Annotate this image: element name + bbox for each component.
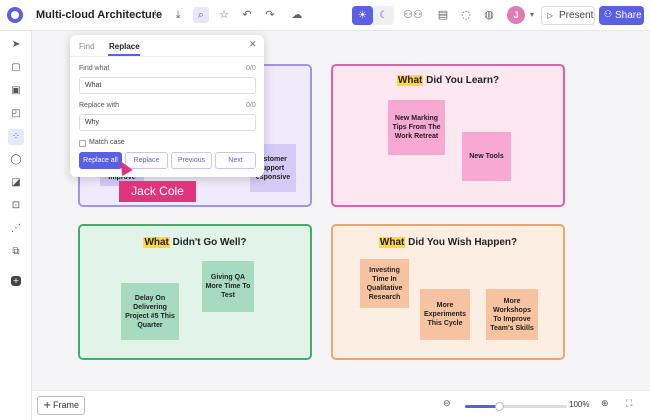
chat-icon[interactable]: ◍	[481, 7, 497, 23]
collaborators-icon[interactable]: ⚇⚇	[402, 7, 424, 23]
frame-what-did-you-wish-happen[interactable]: What Did You Wish Happen? Investing Time…	[331, 224, 565, 360]
replace-count: 0/0	[246, 102, 256, 109]
sticky-note[interactable]: New Tools	[462, 132, 511, 181]
zoom-in-icon[interactable]: ⊕	[601, 399, 609, 409]
app-logo[interactable]	[7, 7, 23, 23]
add-frame-button[interactable]: + Frame	[37, 396, 85, 415]
sticky-note[interactable]: Giving QA More Time To Test	[202, 261, 254, 312]
tab-replace[interactable]: Replace	[109, 42, 140, 51]
tab-find[interactable]: Find	[79, 42, 95, 51]
frame-what-did-you-learn[interactable]: What Did You Learn? New Marking Tips Fro…	[331, 64, 565, 207]
connector-icon[interactable]: ⋰	[8, 221, 24, 237]
zoom-out-icon[interactable]: ⊖	[443, 399, 451, 409]
match-case-label: Match case	[89, 139, 125, 146]
document-title[interactable]: Multi-cloud Architecture	[36, 9, 162, 21]
replace-all-button[interactable]: Replace all	[79, 152, 122, 169]
integrations-icon[interactable]: ⧉	[8, 244, 24, 260]
match-case-checkbox[interactable]	[79, 140, 86, 147]
download-icon[interactable]: ⤓	[170, 7, 186, 23]
sticky-note-icon[interactable]: ◪	[8, 175, 24, 191]
replace-label: Replace with	[79, 102, 120, 109]
sticky-note[interactable]: Delay On Delivering Project #5 This Quar…	[121, 283, 179, 340]
undo-icon[interactable]: ↶	[239, 7, 255, 23]
redo-icon[interactable]: ↷	[262, 7, 278, 23]
fit-screen-icon[interactable]: ⛶	[626, 399, 632, 409]
comment-icon[interactable]: ◌	[458, 7, 474, 23]
moon-icon[interactable]: ☾	[373, 6, 394, 25]
share-button[interactable]: ⚇ Share	[599, 6, 644, 25]
zoom-slider-handle[interactable]	[494, 402, 504, 411]
comment-icon[interactable]: ◯	[8, 152, 24, 168]
present-button[interactable]: ▷ Present	[541, 6, 595, 25]
more-icon[interactable]: +	[11, 276, 21, 286]
frame-icon[interactable]: ⊡	[8, 198, 24, 214]
cursor-icon[interactable]: ➤	[8, 37, 24, 53]
cloud-icon[interactable]: ☁	[289, 7, 305, 23]
sticky-note[interactable]: More Experiments This Cycle	[420, 289, 470, 340]
sticky-note[interactable]: Investing Time In Qualitative Research	[360, 259, 409, 308]
bottom-bar: + Frame ⊖ 100% ⊕ ⛶	[32, 390, 650, 420]
zoom-slider-fill	[465, 405, 499, 408]
template-icon[interactable]: ▣	[8, 83, 24, 99]
avatar[interactable]: J	[507, 6, 525, 24]
plus-icon: +	[43, 400, 52, 411]
frame-title: What Did You Wish Happen?	[378, 237, 518, 248]
theme-toggle[interactable]: ☀ ☾	[352, 6, 394, 25]
sun-icon[interactable]: ☀	[352, 6, 373, 25]
replace-input[interactable]: Why	[79, 114, 256, 131]
tab-divider	[70, 56, 264, 57]
sticky-note[interactable]: More Workshops To Improve Team's Skills	[486, 289, 538, 340]
more-options-icon[interactable]: ⋮	[147, 7, 163, 23]
apps-icon[interactable]: ⁘	[8, 129, 24, 145]
close-icon[interactable]: ✕	[249, 40, 257, 50]
zoom-level: 100%	[569, 400, 590, 409]
zoom-slider[interactable]	[465, 402, 567, 411]
people-icon: ⚇	[604, 10, 613, 20]
chevron-down-icon[interactable]: ▾	[524, 7, 540, 23]
shape-icon[interactable]: ◰	[8, 106, 24, 122]
frame-title: What Did You Learn?	[396, 75, 500, 86]
find-label: Find what	[79, 65, 110, 72]
frame-title: What Didn't Go Well?	[143, 237, 247, 248]
find-input[interactable]: What	[79, 77, 256, 94]
chart-icon[interactable]: ▤	[435, 7, 451, 23]
layout-icon[interactable]: ▢	[8, 60, 24, 76]
collaborator-cursor-label: Jack Cole	[119, 181, 196, 202]
next-button[interactable]: Next	[215, 152, 256, 169]
replace-button[interactable]: Replace	[125, 152, 168, 169]
left-toolbar: ➤ ▢ ▣ ◰ ⁘ ◯ ◪ ⊡ ⋰ ⧉ +	[0, 31, 32, 420]
frame-what-didnt-go-well[interactable]: What Didn't Go Well? Delay On Delivering…	[78, 224, 312, 360]
star-icon[interactable]: ☆	[216, 7, 232, 23]
top-bar: Multi-cloud Architecture ⋮ ⤓ ⌕ ☆ ↶ ↷ ☁ ☀…	[0, 0, 650, 31]
play-icon: ▷	[547, 11, 554, 20]
find-replace-dialog: Find Replace ✕ Find what 0/0 What Replac…	[70, 35, 264, 177]
sticky-note[interactable]: New Marking Tips From The Work Retreat	[388, 100, 445, 155]
previous-button[interactable]: Previous	[171, 152, 212, 169]
search-icon[interactable]: ⌕	[193, 7, 209, 23]
find-count: 0/0	[246, 65, 256, 72]
